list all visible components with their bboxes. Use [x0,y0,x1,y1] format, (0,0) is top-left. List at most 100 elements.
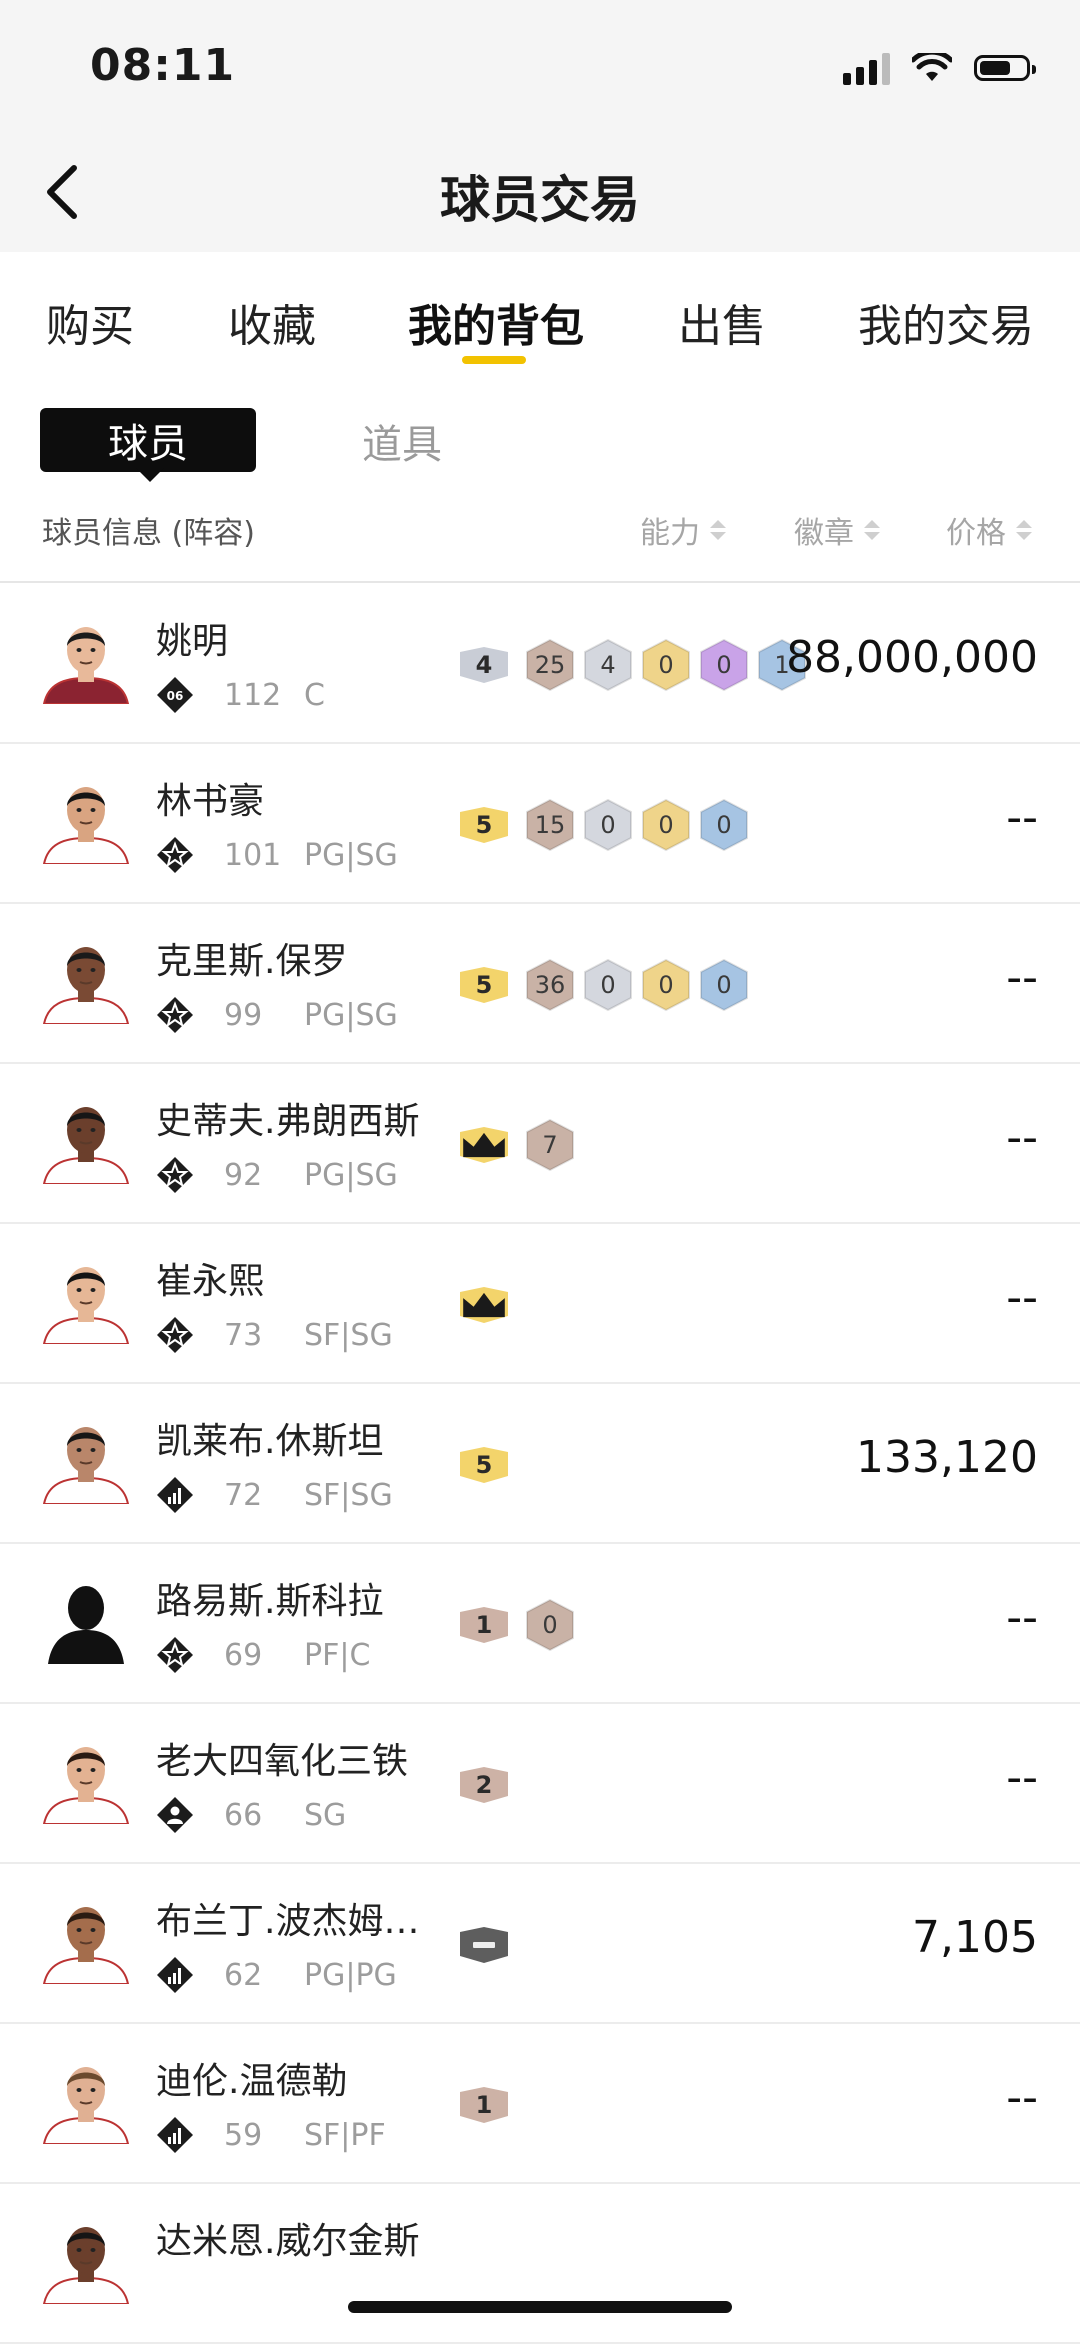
column-player-info: 球员信息 (阵容) [42,516,255,551]
person-icon [156,1796,194,1834]
player-rating: 92 [224,1158,263,1193]
bars-icon [156,1956,194,1994]
star-icon [156,1636,194,1674]
star-icon [156,996,194,1034]
player-row[interactable]: 崔永熙 73 SF|SG -- [0,1224,1080,1384]
ability-level-badge [458,1126,510,1164]
sort-badges[interactable]: 徽章 [794,508,880,552]
column-price-label: 价格 [946,516,1006,551]
player-position: SF|SG [304,1478,393,1513]
player-rating: 69 [224,1638,263,1673]
sort-price[interactable]: 价格 [946,508,1032,552]
player-position: PG|SG [304,838,398,873]
badge-count: 7 [542,1131,558,1159]
bars-icon [156,2116,194,2154]
ability-level-value: 5 [475,811,493,839]
badge-hexagon: 4 [582,638,634,692]
badge-hexagon: 36 [524,958,576,1012]
player-price: -- [1006,1752,1038,1803]
tab-my-trades[interactable]: 我的交易 [858,290,1034,354]
ability-level-value: 2 [475,1771,493,1799]
badge-count: 0 [600,811,616,839]
badge-hexagon: 7 [524,1118,576,1172]
subtab-pointer [136,468,164,482]
player-rating: 101 [224,838,282,873]
badge-count: 0 [658,651,674,679]
ability-level-value [458,1286,510,1324]
star-icon [156,1316,194,1354]
battery-icon [974,55,1036,81]
tab-buy[interactable]: 购买 [46,290,134,354]
player-avatar [40,1892,132,1984]
player-row[interactable]: 迪伦.温德勒 59 SF|PF 1 -- [0,2024,1080,2184]
player-price: 88,000,000 [786,632,1038,683]
player-price: -- [1006,1272,1038,1323]
player-position: SG [304,1798,347,1833]
player-name: 林书豪 [156,781,265,822]
player-name: 姚明 [156,621,229,662]
badge-hexagon: 0 [698,798,750,852]
player-rating: 66 [224,1798,263,1833]
column-badges-label: 徽章 [794,516,854,551]
ability-level-value: 5 [475,1451,493,1479]
ability-level-value: 5 [475,971,493,999]
player-row[interactable]: 林书豪 101 PG|SG 5 15 0 0 0 -- [0,744,1080,904]
player-row[interactable]: 姚明 06 112 C 4 25 4 0 0 1 88,000,000 [0,584,1080,744]
ability-level-badge: 1 [458,1606,510,1644]
badge-count: 15 [534,811,566,839]
player-price: -- [1006,2072,1038,2123]
header-divider [0,581,1080,583]
player-position: PG|PG [304,1958,397,1993]
player-name: 路易斯.斯科拉 [156,1581,384,1622]
player-rating: 62 [224,1958,263,1993]
sort-icon [864,520,880,540]
player-row[interactable]: 路易斯.斯科拉 69 PF|C 1 0 -- [0,1544,1080,1704]
player-name: 迪伦.温德勒 [156,2061,348,2102]
player-avatar [40,1732,132,1824]
badge-count: 0 [716,811,732,839]
player-name: 凯莱布.休斯坦 [156,1421,384,1462]
ability-level-value: 1 [475,1611,493,1639]
player-rating: 73 [224,1318,263,1353]
badge-hexagon: 0 [524,1598,576,1652]
player-row[interactable]: 老大四氧化三铁 66 SG 2 -- [0,1704,1080,1864]
player-avatar [40,772,132,864]
sort-ability[interactable]: 能力 [640,508,726,552]
player-rating: 72 [224,1478,263,1513]
badge-hexagon: 0 [640,638,692,692]
crown-icon [463,1292,505,1318]
player-row[interactable]: 史蒂夫.弗朗西斯 92 PG|SG 7 -- [0,1064,1080,1224]
player-price: 7,105 [912,1912,1038,1963]
tab-sell[interactable]: 出售 [678,290,766,354]
player-name: 崔永熙 [156,1261,265,1302]
crown-icon [463,1132,505,1158]
ability-level-value [458,1926,510,1964]
ability-level-value [458,1126,510,1164]
star-icon [156,836,194,874]
subtab-items[interactable]: 道具 [362,412,442,470]
top-bar: 08:11 球员交易 [0,0,1080,252]
player-row[interactable]: 布兰丁.波杰姆… 62 PG|PG 7,105 [0,1864,1080,2024]
player-name: 克里斯.保罗 [156,941,348,982]
wifi-icon [912,53,952,81]
player-rating: 59 [224,2118,263,2153]
tab-favorites[interactable]: 收藏 [228,290,316,354]
status-time: 08:11 [90,40,236,91]
player-position: C [304,678,325,713]
column-ability-label: 能力 [640,516,700,551]
ability-level-badge: 5 [458,966,510,1004]
subtab-players[interactable]: 球员 [40,408,256,472]
player-row[interactable]: 达米恩.威尔金斯 [0,2184,1080,2344]
badge-group: 36 0 0 0 [524,958,750,1012]
tab-my-backpack[interactable]: 我的背包 [408,290,584,354]
player-price: -- [1006,1112,1038,1163]
bars-icon [156,1476,194,1514]
player-avatar [40,2052,132,2144]
player-position: SF|PF [304,2118,386,2153]
player-row[interactable]: 凯莱布.休斯坦 72 SF|SG 5 133,120 [0,1384,1080,1544]
player-row[interactable]: 克里斯.保罗 99 PG|SG 5 36 0 0 0 -- [0,904,1080,1064]
player-rating: 99 [224,998,263,1033]
ability-level-badge: 5 [458,1446,510,1484]
player-price: -- [1006,1592,1038,1643]
player-avatar [40,1572,132,1664]
